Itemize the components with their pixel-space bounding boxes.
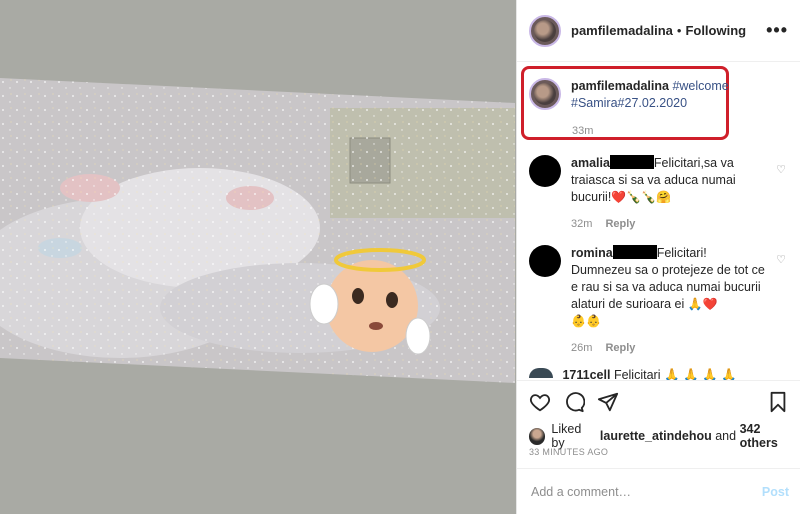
add-comment-input[interactable]: [529, 483, 762, 500]
comment-item: romina Felicitari! Dumnezeu sa o protejez…: [529, 245, 791, 357]
author-avatar[interactable]: [529, 14, 561, 47]
author-username[interactable]: pamfilemadalina: [571, 23, 673, 38]
reply-button[interactable]: Reply: [605, 218, 635, 230]
caption-text: pamfilemadalina #welcome #Samira#27.02.2…: [571, 78, 729, 112]
comment-time: 26m: [571, 342, 593, 354]
liker-username[interactable]: laurette_atindehou: [600, 429, 712, 443]
post-button[interactable]: Post: [762, 485, 789, 499]
redaction-bar: [609, 155, 654, 169]
comment-item: amalia Felicitari,sa va traiasca si sa va…: [529, 155, 791, 233]
comment-emoji: 🙏❤️: [687, 297, 718, 311]
partial-commenter-avatar[interactable]: [529, 368, 553, 378]
caption-time: 33m: [572, 125, 594, 137]
bookmark-icon[interactable]: [767, 391, 789, 413]
liker-avatar[interactable]: [529, 427, 546, 445]
comment-username[interactable]: amalia: [571, 156, 610, 170]
commenter-avatar[interactable]: [529, 245, 561, 277]
partial-username[interactable]: 1711cell: [562, 368, 610, 380]
likes-prefix: Liked by: [551, 422, 582, 450]
comment-meta: 32m Reply: [571, 216, 767, 233]
likes-summary: Liked by laurette_atindehou and 342 othe…: [529, 422, 800, 450]
likes-connector: and: [715, 429, 737, 443]
hashtag-samira[interactable]: #Samira#27.02.2020: [571, 96, 687, 110]
commenter-avatar[interactable]: [529, 155, 561, 187]
comment-text: amalia Felicitari,sa va traiasca si sa va…: [571, 155, 767, 233]
heart-icon[interactable]: [529, 391, 551, 413]
comment-like-icon[interactable]: ♡: [776, 163, 786, 176]
reply-button[interactable]: Reply: [605, 342, 635, 354]
comment-time: 32m: [571, 218, 593, 230]
header-separator: •: [676, 23, 682, 38]
comment-meta: 26m Reply: [571, 340, 767, 357]
hashtag-welcome[interactable]: #welcome: [672, 79, 728, 93]
following-button[interactable]: Following: [685, 23, 746, 38]
add-comment-bar: Post: [517, 468, 800, 514]
partial-comment: 1711cell Felicitari 🙏 🙏 🙏 🙏: [529, 368, 791, 380]
post-timestamp: 33 MINUTES AGO: [529, 447, 609, 457]
post-photo: [0, 78, 515, 383]
post-sidebar: pamfilemadalina • Following ••• pamfilem…: [516, 0, 800, 514]
post-photo-pane: [0, 0, 516, 514]
comment-text: romina Felicitari! Dumnezeu sa o protejez…: [571, 245, 767, 357]
action-bar: [517, 380, 800, 425]
comment-emoji: ❤️🍾🍾🤗: [611, 190, 672, 204]
caption-username[interactable]: pamfilemadalina: [571, 79, 669, 93]
likes-count[interactable]: 342 others: [740, 422, 800, 450]
comment-like-icon[interactable]: ♡: [776, 253, 786, 266]
comment-icon[interactable]: [563, 391, 585, 413]
more-icon[interactable]: •••: [766, 20, 788, 41]
post-caption: pamfilemadalina #welcome #Samira#27.02.2…: [529, 78, 729, 112]
comment-username[interactable]: romina: [571, 246, 613, 260]
partial-text: Felicitari 🙏 🙏 🙏 🙏: [613, 368, 737, 380]
comment-emoji-line2: 👶👶: [571, 314, 601, 328]
caption-avatar[interactable]: [529, 78, 561, 110]
share-icon[interactable]: [597, 391, 619, 413]
redaction-bar: [612, 245, 657, 259]
post-header: pamfilemadalina • Following •••: [517, 0, 800, 62]
